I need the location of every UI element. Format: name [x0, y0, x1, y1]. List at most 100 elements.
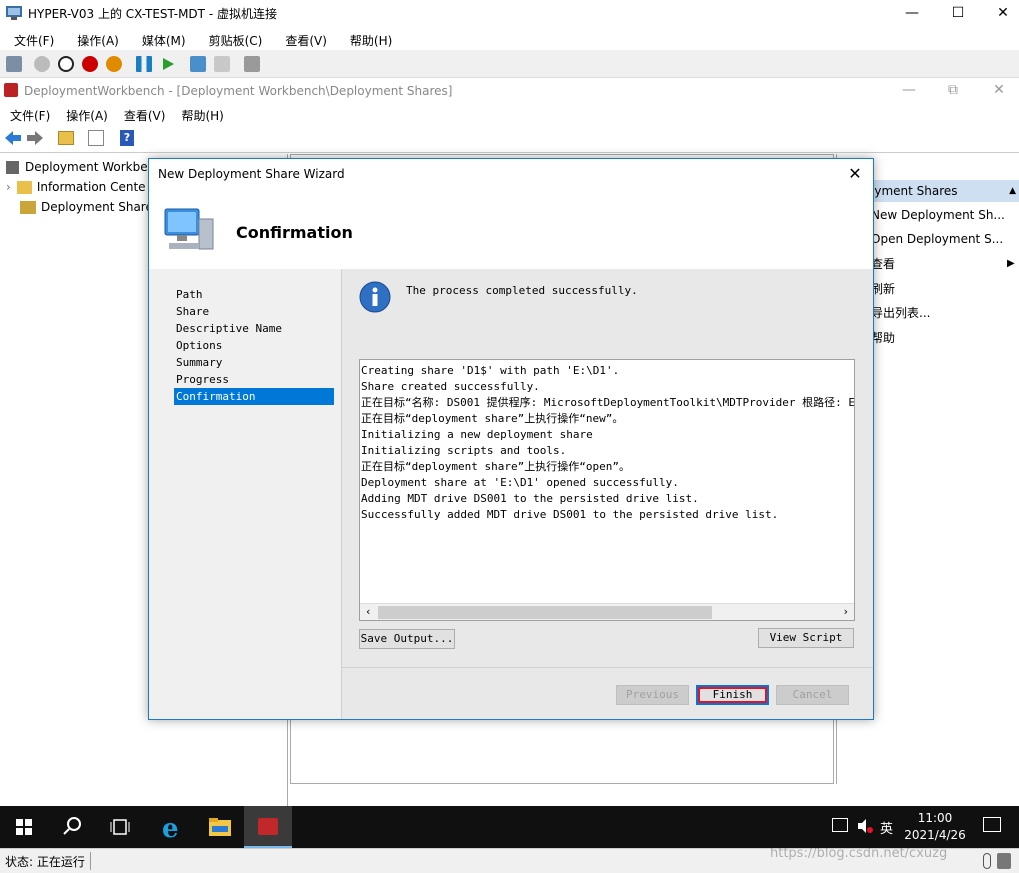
taskbar: e 英 11:00 2021/4/26	[0, 806, 1019, 848]
action-export-list[interactable]: 导出列表...	[871, 303, 930, 323]
ctrl-alt-del-icon[interactable]	[6, 56, 22, 72]
output-log[interactable]: Creating share 'D1$' with path 'E:\D1'. …	[359, 359, 855, 621]
up-folder-icon[interactable]	[58, 131, 74, 145]
submenu-arrow-icon: ▶	[1007, 258, 1015, 269]
log-line: 正在目标“名称: DS001 提供程序: MicrosoftDeployment…	[361, 396, 855, 409]
log-line: 正在目标“deployment share”上执行操作“new”。	[361, 412, 624, 425]
vm-menu-bar: 文件(F) 操作(A) 媒体(M) 剪贴板(C) 查看(V) 帮助(H)	[0, 26, 1019, 50]
vm-menu-media[interactable]: 媒体(M)	[128, 26, 195, 49]
workbench-icon	[258, 818, 278, 835]
log-line: Initializing scripts and tools.	[361, 444, 567, 457]
clock-time: 11:00	[917, 811, 953, 825]
checkpoint-icon[interactable]	[190, 56, 206, 72]
action-help[interactable]: 帮助	[871, 328, 895, 348]
back-icon[interactable]	[5, 131, 21, 145]
vm-status-bar: 状态: 正在运行 https://blog.csdn.net/cxuzg	[0, 846, 1019, 873]
task-view-icon[interactable]	[96, 806, 144, 848]
mmc-minimize-button[interactable]: —	[886, 77, 932, 103]
collapse-icon[interactable]: ▲	[1009, 180, 1016, 202]
search-icon[interactable]	[48, 806, 96, 848]
lock-icon	[997, 853, 1011, 869]
mmc-restore-button[interactable]: ⧉	[930, 77, 976, 103]
wizard-close-button[interactable]: ✕	[843, 163, 867, 185]
maximize-button[interactable]: ☐	[935, 0, 981, 26]
scroll-thumb[interactable]	[378, 606, 712, 619]
export-icon[interactable]	[88, 130, 104, 146]
volume-muted-icon[interactable]	[857, 818, 873, 834]
wizard-header: Confirmation	[149, 187, 873, 269]
save-output-button[interactable]: Save Output...	[359, 629, 455, 649]
action-refresh[interactable]: 刷新	[871, 279, 895, 299]
reset-icon[interactable]	[160, 56, 176, 72]
deployment-workbench-taskbar-button[interactable]	[244, 806, 292, 848]
mmc-close-button[interactable]: ✕	[976, 77, 1019, 103]
step-progress: Progress	[176, 373, 229, 386]
chevron-right-icon[interactable]: ›	[6, 180, 11, 194]
notification-icon[interactable]	[983, 817, 1001, 832]
scroll-left-icon[interactable]: ‹	[365, 605, 372, 618]
horizontal-scrollbar[interactable]: ‹ ›	[360, 603, 854, 620]
tree-item-information-center[interactable]: › Information Cente	[6, 177, 146, 197]
revert-icon[interactable]	[214, 56, 230, 72]
log-line: Creating share 'D1$' with path 'E:\D1'.	[361, 364, 620, 377]
step-path: Path	[176, 288, 203, 301]
vm-menu-clipboard[interactable]: 剪贴板(C)	[195, 26, 272, 49]
watermark: https://blog.csdn.net/cxuzg	[770, 846, 948, 861]
file-explorer-icon[interactable]	[196, 806, 244, 848]
windows-start-icon[interactable]	[0, 806, 48, 848]
action-open-deployment-share[interactable]: Open Deployment S...	[871, 229, 1003, 249]
turn-off-icon[interactable]	[58, 56, 74, 72]
network-icon[interactable]	[832, 818, 848, 832]
internet-explorer-icon[interactable]: e	[148, 806, 196, 848]
info-icon	[359, 281, 391, 313]
mmc-menu-bar: 文件(F) 操作(A) 查看(V) 帮助(H)	[0, 103, 1019, 125]
vm-menu-help[interactable]: 帮助(H)	[336, 26, 401, 49]
forward-icon[interactable]	[27, 131, 43, 145]
clock[interactable]: 11:00 2021/4/26	[900, 810, 970, 844]
vm-menu-action[interactable]: 操作(A)	[63, 26, 128, 49]
clock-date: 2021/4/26	[904, 828, 966, 842]
computer-icon	[164, 208, 214, 250]
tree-root[interactable]: Deployment Workbe	[6, 157, 148, 177]
tree-item-deployment-shares[interactable]: Deployment Share	[20, 197, 153, 217]
step-summary: Summary	[176, 356, 223, 369]
action-view[interactable]: 查看	[871, 254, 895, 274]
tree-item-label: Information Cente	[36, 180, 146, 194]
mmc-menu-view[interactable]: 查看(V)	[114, 103, 172, 124]
vm-title-bar: HYPER-V03 上的 CX-TEST-MDT - 虚拟机连接 — ☐ ✕	[0, 0, 1019, 26]
mmc-menu-file[interactable]: 文件(F)	[0, 103, 56, 124]
step-options: Options	[176, 339, 223, 352]
log-line: Successfully added MDT drive DS001 to th…	[361, 508, 779, 521]
vm-menu-view[interactable]: 查看(V)	[271, 26, 336, 49]
actions-header-label: oyment Shares	[867, 184, 958, 198]
wizard-dialog: New Deployment Share Wizard ✕ Confirmati…	[148, 158, 874, 720]
mmc-menu-help[interactable]: 帮助(H)	[171, 103, 229, 124]
step-share: Share	[176, 305, 210, 318]
wizard-steps: Path Share Descriptive Name Options Summ…	[149, 269, 341, 719]
action-view-label: 查看	[871, 257, 896, 271]
help-icon[interactable]: ?	[120, 130, 134, 146]
enhanced-session-icon[interactable]	[244, 56, 260, 72]
action-new-deployment-share[interactable]: New Deployment Sh...	[871, 205, 1005, 225]
log-line: Share created successfully.	[361, 380, 540, 393]
vm-menu-file[interactable]: 文件(F)	[0, 26, 63, 49]
view-script-button[interactable]: View Script	[758, 628, 854, 648]
vm-status-text: 状态: 正在运行	[5, 855, 85, 869]
previous-button[interactable]: Previous	[616, 685, 689, 705]
pause-icon[interactable]	[136, 56, 152, 72]
mmc-menu-action[interactable]: 操作(A)	[56, 103, 114, 124]
cancel-button[interactable]: Cancel	[776, 685, 849, 705]
vm-window-title: HYPER-V03 上的 CX-TEST-MDT - 虚拟机连接	[28, 7, 277, 21]
finish-button[interactable]: Finish	[696, 685, 769, 705]
close-button[interactable]: ✕	[980, 0, 1019, 26]
scroll-right-icon[interactable]: ›	[842, 605, 849, 618]
minimize-button[interactable]: —	[889, 0, 935, 26]
tree-item-label: Deployment Share	[41, 200, 153, 214]
power-icon[interactable]	[106, 56, 122, 72]
shutdown-icon[interactable]	[82, 56, 98, 72]
vm-toolbar	[0, 50, 1019, 78]
svg-text:e: e	[162, 814, 179, 844]
ime-indicator[interactable]: 英	[880, 818, 893, 837]
wizard-heading: Confirmation	[236, 223, 353, 242]
start-icon[interactable]	[34, 56, 50, 72]
